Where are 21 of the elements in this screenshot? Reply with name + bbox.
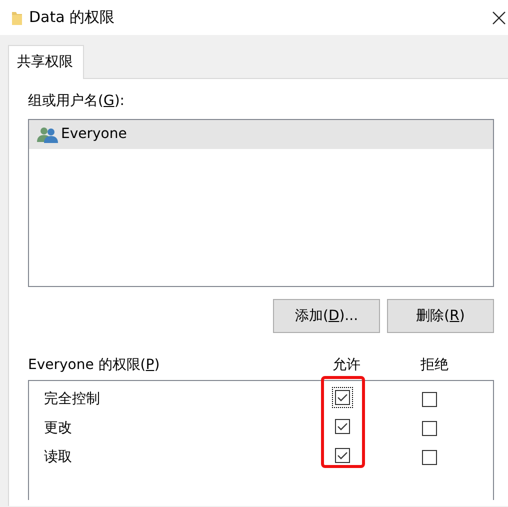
- users-icon: [37, 126, 59, 142]
- close-icon[interactable]: [492, 10, 506, 24]
- checkbox[interactable]: [420, 448, 438, 466]
- window-title: Data 的权限: [29, 7, 115, 28]
- checkbox[interactable]: [420, 390, 438, 408]
- column-header: 允许: [332, 356, 362, 375]
- checkbox[interactable]: [334, 418, 352, 434]
- permission-name: 完全控制: [44, 390, 100, 408]
- permissions-label: Everyone 的权限(P): [28, 356, 161, 375]
- folder-icon: [12, 10, 22, 24]
- action-button[interactable]: 添加(D)...: [273, 299, 380, 333]
- checkbox[interactable]: [334, 388, 352, 406]
- action-button[interactable]: 删除(R): [387, 299, 494, 333]
- group-label: 组或用户名(G):: [28, 92, 125, 111]
- permission-name: 更改: [44, 418, 72, 438]
- column-header: 拒绝: [420, 356, 450, 375]
- permission-name: 读取: [44, 448, 72, 466]
- user-list-item[interactable]: Everyone: [29, 120, 493, 149]
- checkbox[interactable]: [334, 446, 352, 464]
- tab[interactable]: 共享权限: [8, 45, 84, 79]
- checkbox[interactable]: [420, 420, 438, 436]
